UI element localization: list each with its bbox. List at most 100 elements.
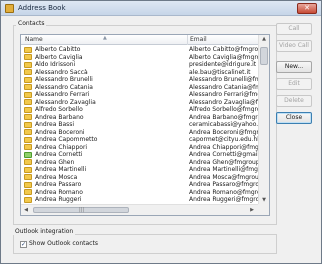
contact-name: Andrea Mosca [35, 173, 78, 181]
contact-row[interactable]: Alessandro Ferrari Alessandro Ferrari@fmg… [21, 91, 259, 99]
contact-name: Alessandro Saccà [35, 68, 88, 76]
contact-row[interactable]: Alessandro Catania Alessandro Catania@fmg… [21, 84, 259, 92]
contact-card-icon [24, 181, 32, 188]
contact-card-icon [24, 91, 32, 98]
contact-name: Andrea Ghen [35, 158, 75, 166]
scroll-left-icon[interactable]: ◀ [21, 205, 31, 215]
contact-email: Andrea Mosca@fmgrou [189, 173, 259, 181]
contact-card-icon [24, 189, 32, 195]
horizontal-scrollbar[interactable]: ◀ ||| ▶ [21, 204, 269, 215]
scroll-grip-icon: ||| [79, 207, 85, 213]
contact-name: Aldo Idrissoni [35, 61, 76, 68]
scroll-right-icon[interactable]: ▶ [247, 205, 257, 215]
contact-email: ceramicabassi@yahoo.it [189, 121, 259, 128]
contact-name: Andrea Passaro [35, 181, 82, 188]
contact-card-icon [24, 99, 32, 105]
contact-row[interactable]: Alfredo Sorbello Alfredo Sorbello@fmgrou [21, 106, 259, 114]
contact-card-icon [24, 129, 32, 135]
contact-name: Alberto Cabitto [35, 46, 81, 53]
contact-name: Alessandro Ferrari [35, 91, 90, 98]
contact-row[interactable]: Andrea Capommetto capormet@cityu.edu.hk [21, 136, 259, 144]
contact-card-icon [24, 54, 32, 60]
contacts-group-label: Contacts [16, 20, 47, 27]
video-call-button[interactable]: Video Call [276, 40, 312, 52]
contact-row[interactable]: Andrea Romano Andrea Romano@fmgrou [21, 189, 259, 197]
contact-card-icon [24, 121, 32, 128]
window-close-button[interactable]: ✕ [297, 3, 317, 14]
show-outlook-contacts-checkbox[interactable]: ✓ [20, 241, 27, 248]
contact-row[interactable]: Aldo Idrissoni presidente@idrigure.it [21, 61, 259, 69]
contact-email: capormet@cityu.edu.hk [189, 136, 259, 143]
call-button[interactable]: Call [276, 23, 312, 35]
contact-row[interactable]: Andrea Cornetti Andrea Cornetti@gmail.c [21, 151, 259, 159]
contact-name: Andrea Ruggeri [35, 196, 82, 203]
edit-contact-button[interactable]: Edit [276, 78, 312, 90]
contact-email: presidente@idrigure.it [189, 61, 257, 68]
address-book-icon [5, 4, 14, 13]
contact-email: Andrea Romano@fmgrou [189, 188, 259, 196]
vertical-scroll-thumb[interactable] [260, 47, 268, 65]
contact-email: Alfredo Sorbello@fmgrou [189, 106, 259, 113]
title-bar[interactable]: Address Book ✕ [1, 1, 321, 16]
contact-name: Alessandro Zavaglia [35, 98, 96, 106]
new-contact-button[interactable]: New... [276, 61, 312, 73]
contact-card-icon [24, 76, 32, 83]
contact-email: ale.bau@tiscalinet.it [189, 68, 251, 76]
contact-name: Alberto Caviglia [35, 53, 83, 61]
contact-card-icon [24, 159, 32, 165]
contact-row[interactable]: Andrea Ghen Andrea Ghen@fmgroup [21, 159, 259, 167]
contact-row[interactable]: Andrea Bassi ceramicabassi@yahoo.it [21, 121, 259, 129]
contact-row[interactable]: Andrea Passaro Andrea Passaro@fmgrou [21, 181, 259, 189]
contact-row[interactable]: Andrea Martinelli Andrea Martinelli@fmgro… [21, 166, 259, 174]
delete-contact-button[interactable]: Delete [276, 95, 312, 107]
contact-card-icon [24, 151, 32, 158]
contact-card-icon [24, 46, 32, 53]
contact-name: Alessandro Brunelli [35, 76, 93, 83]
contact-row[interactable]: Andrea Chiappori Andrea Chiappori@fmgrou [21, 144, 259, 152]
contact-email: Andrea Ruggeri@fmgrou [189, 196, 259, 203]
contact-row[interactable]: Alessandro Saccà ale.bau@tiscalinet.it [21, 69, 259, 77]
contact-name: Andrea Capommetto [35, 136, 98, 143]
close-button[interactable]: Close [276, 112, 312, 124]
show-outlook-contacts-label[interactable]: Show Outlook contacts [29, 240, 98, 247]
column-header-email[interactable]: Email [190, 36, 207, 43]
contact-card-icon [24, 196, 32, 203]
contact-email: Andrea Martinelli@fmgrou [189, 166, 259, 173]
vertical-scrollbar[interactable]: ▲ ▼ [258, 35, 269, 205]
scrollbar-corner [258, 204, 269, 215]
contact-row[interactable]: Alberto Cabitto Alberto Cabitto@fmgrou [21, 46, 259, 54]
contact-row[interactable]: Alessandro Brunelli Alessandro Brunelli@f… [21, 76, 259, 84]
list-header: Name ▲ Email [21, 35, 259, 45]
contact-card-icon [24, 69, 32, 75]
contact-row[interactable]: Andrea Barbano Andrea Barbano@fmgrou [21, 114, 259, 122]
column-header-name[interactable]: Name [25, 36, 43, 43]
contact-email: Alessandro Catania@fmgrou [189, 83, 259, 91]
contacts-list[interactable]: Name ▲ Email Alberto Cabitto Alberto Cabi… [20, 34, 270, 216]
address-book-window: Address Book ✕ Contacts Name ▲ Email Alb… [0, 0, 322, 264]
contact-row[interactable]: Alessandro Zavaglia Alessandro Zavaglia@f… [21, 99, 259, 107]
scroll-up-icon[interactable]: ▲ [259, 35, 269, 44]
contact-email: Andrea Ghen@fmgroup [189, 158, 259, 166]
contact-email: Andrea Barbano@fmgrou [189, 113, 259, 121]
contact-card-icon [24, 144, 32, 150]
contact-card-icon [24, 114, 32, 120]
contact-email: Alessandro Zavaglia@fmgrou [189, 98, 259, 106]
contact-card-icon [24, 136, 32, 143]
contact-row[interactable]: Andrea Ruggeri Andrea Ruggeri@fmgrou [21, 196, 259, 204]
contact-row[interactable]: Andrea Mosca Andrea Mosca@fmgrou [21, 174, 259, 182]
window-title: Address Book [18, 4, 66, 12]
contact-row[interactable]: Alberto Caviglia Alberto Caviglia@fmgrou [21, 54, 259, 62]
contact-row[interactable]: Andrea Boceroni Andrea Boceroni@fmgrou [21, 129, 259, 137]
contact-email: Andrea Cornetti@gmail.c [189, 151, 259, 158]
contact-name: Alessandro Catania [35, 83, 93, 91]
sort-ascending-icon: ▲ [103, 35, 107, 41]
contact-name: Alfredo Sorbello [35, 106, 83, 113]
contact-card-icon [24, 61, 32, 68]
contact-name: Andrea Boceroni [35, 128, 85, 136]
contact-name: Andrea Bassi [35, 121, 75, 128]
contact-card-icon [24, 84, 32, 90]
contact-email: Andrea Chiappori@fmgrou [189, 143, 259, 151]
contact-email: Andrea Passaro@fmgrou [189, 181, 259, 188]
column-separator[interactable] [187, 35, 188, 45]
contact-card-icon [24, 174, 32, 180]
